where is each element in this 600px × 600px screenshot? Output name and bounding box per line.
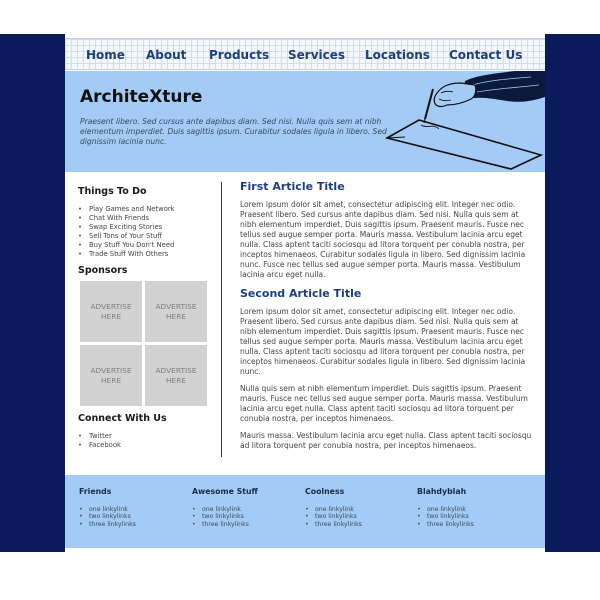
nav-item-home[interactable]: Home [86,39,125,71]
advertise-here-box[interactable]: ADVERTISE HERE [80,281,142,343]
facebook-link[interactable]: Facebook [78,441,211,450]
footer-heading: Coolness [305,487,345,496]
footer-heading: Blahdyblah [417,487,467,496]
list-item[interactable]: Swap Exciting Stories [78,223,211,232]
drawing-hand-illustration [384,71,545,170]
footer-link[interactable]: one linkylink [192,506,302,514]
footer-link[interactable]: one linkylink [79,506,189,514]
footer-link[interactable]: one linkylink [305,506,415,514]
things-to-do-list: Play Games and Network Chat With Friends… [78,205,211,258]
article-paragraph: Lorem ipsum dolor sit amet, consectetur … [240,200,526,279]
nav-item-about[interactable]: About [146,39,186,71]
main-content: First Article Title Lorem ipsum dolor si… [240,180,532,458]
nav-item-services[interactable]: Services [288,39,345,71]
footer-column-friends: Friends one linkylink two linkylinks thr… [79,487,189,529]
footer-link[interactable]: two linkylinks [417,513,527,521]
nav-item-products[interactable]: Products [209,39,269,71]
list-item[interactable]: Chat With Friends [78,214,211,223]
footer-link[interactable]: three linkylinks [192,521,302,529]
footer-link[interactable]: three linkylinks [417,521,527,529]
footer-link[interactable]: one linkylink [417,506,527,514]
footer-column-blahdyblah: Blahdyblah one linkylink two linkylinks … [417,487,527,529]
things-to-do-heading: Things To Do [78,186,147,197]
connect-with-us-heading: Connect With Us [78,413,167,425]
sponsors-heading: Sponsors [78,265,128,277]
list-item[interactable]: Play Games and Network [78,205,211,214]
twitter-link[interactable]: Twitter [78,432,211,441]
footer-link[interactable]: two linkylinks [79,513,189,521]
footer: Friends one linkylink two linkylinks thr… [65,475,545,548]
header-banner: ArchiteXture Praesent libero. Sed cursus… [65,71,545,172]
footer-link[interactable]: three linkylinks [305,521,415,529]
page-container: Home About Products Services Locations C… [65,34,545,552]
nav-item-locations[interactable]: Locations [365,39,430,71]
column-divider [221,182,222,457]
top-navigation: Home About Products Services Locations C… [65,38,545,70]
footer-column-coolness: Coolness one linkylink two linkylinks th… [305,487,415,529]
site-title: ArchiteXture [80,87,203,107]
article-paragraph: Lorem ipsum dolor sit amet, consectetur … [240,307,526,376]
footer-link[interactable]: three linkylinks [79,521,189,529]
first-article-title[interactable]: First Article Title [240,180,532,193]
sponsor-ad-grid: ADVERTISE HERE ADVERTISE HERE ADVERTISE HER… [80,281,211,407]
footer-link[interactable]: two linkylinks [192,513,302,521]
connect-list: Twitter Facebook [78,432,211,450]
list-item[interactable]: Buy Stuff You Don't Need [78,241,211,250]
footer-heading: Awesome Stuff [192,487,258,496]
advertise-here-box[interactable]: ADVERTISE HERE [145,345,207,407]
list-item[interactable]: Trade Stuff With Others [78,250,211,259]
second-article-title[interactable]: Second Article Title [240,287,532,300]
site-tagline: Praesent libero. Sed cursus ante dapibus… [80,117,387,146]
sidebar: Things To Do Play Games and Network Chat… [78,186,211,450]
footer-column-awesome-stuff: Awesome Stuff one linkylink two linkylin… [192,487,302,529]
nav-item-contact-us[interactable]: Contact Us [449,39,522,71]
footer-link[interactable]: two linkylinks [305,513,415,521]
advertise-here-box[interactable]: ADVERTISE HERE [145,281,207,343]
list-item[interactable]: Sell Tons of Your Stuff [78,232,211,241]
footer-heading: Friends [79,487,112,496]
article-paragraph: Mauris massa. Vestibulum lacinia arcu eg… [240,431,532,450]
article-paragraph: Nulla quis sem at nibh elementum imperdi… [240,384,528,423]
advertise-here-box[interactable]: ADVERTISE HERE [80,345,142,407]
